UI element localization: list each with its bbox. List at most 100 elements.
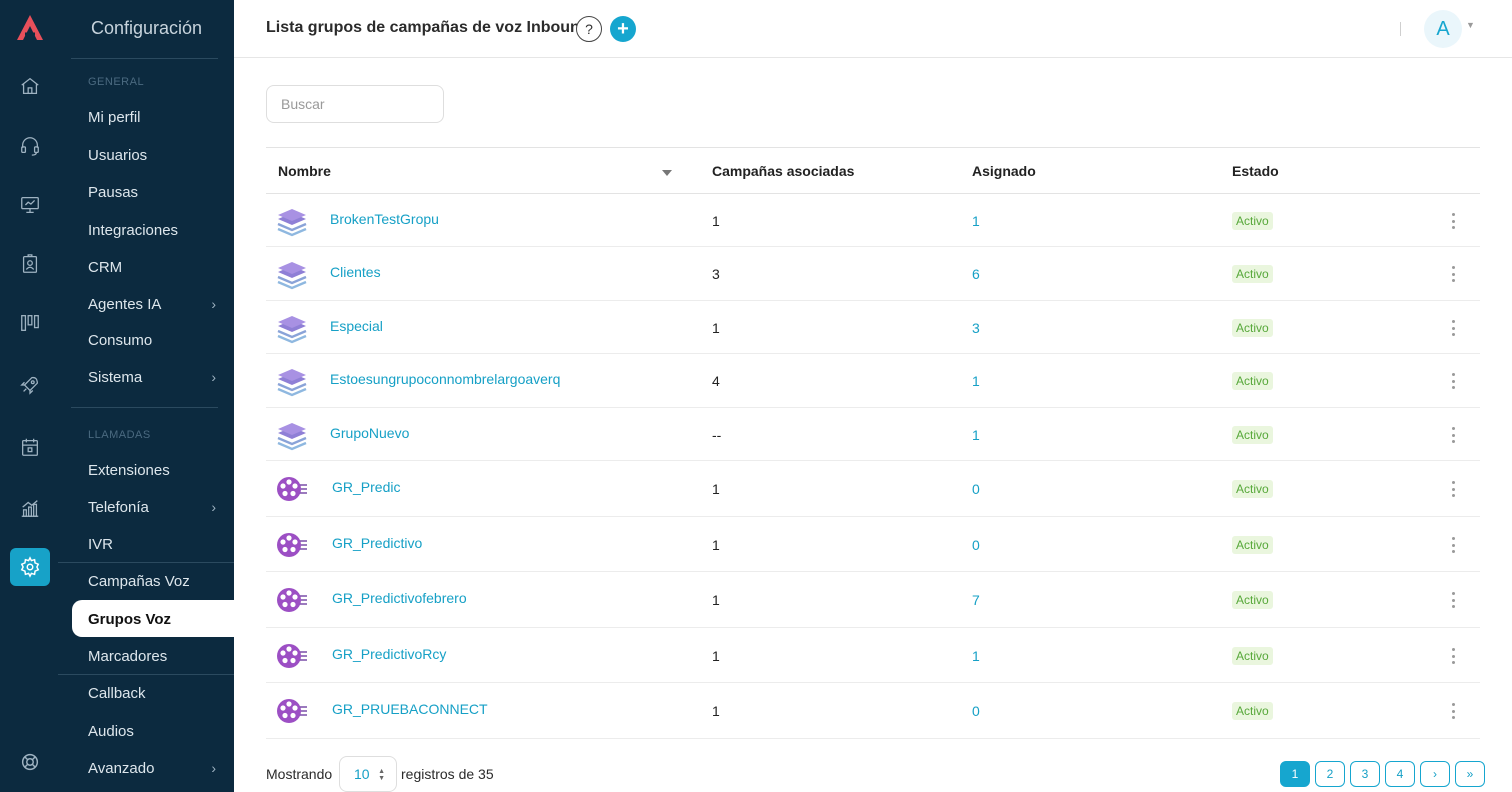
menu-section-llamadas: LLAMADAS	[88, 429, 151, 441]
table-row[interactable]: BrokenTestGropu 1 1 Activo	[266, 194, 1480, 247]
row-actions-icon[interactable]	[1449, 427, 1457, 443]
group-name-link[interactable]: BrokenTestGropu	[330, 211, 439, 227]
table-row[interactable]: Especial 1 3 Activo	[266, 301, 1480, 354]
menu-item-label: Mi perfil	[88, 108, 141, 126]
menu-item-audios[interactable]: Audios	[88, 720, 216, 742]
group-name-link[interactable]: GR_PredictivoRcy	[332, 646, 446, 662]
menu-item-agentes-ia[interactable]: Agentes IA ›	[88, 293, 216, 315]
group-name-link[interactable]: GR_PRUEBACONNECT	[332, 701, 488, 717]
chevron-right-icon: ›	[211, 369, 216, 385]
predictive-icon	[276, 473, 308, 505]
page-button-1[interactable]: 1	[1280, 761, 1310, 787]
headset-icon[interactable]	[14, 130, 46, 162]
page-button-2[interactable]: 2	[1315, 761, 1345, 787]
page-header: Lista grupos de campañas de voz Inbound …	[234, 0, 1512, 58]
group-name-link[interactable]: GrupoNuevo	[330, 425, 409, 441]
table-row[interactable]: GR_PredictivoRcy 1 1 Activo	[266, 628, 1480, 683]
assigned-count-link[interactable]: 3	[972, 320, 980, 336]
layers-icon	[276, 312, 308, 344]
menu-item-crm[interactable]: CRM	[88, 256, 216, 278]
menu-item-label: Usuarios	[88, 146, 148, 164]
menu-divider	[58, 674, 234, 675]
caret-down-icon[interactable]: ▼	[1466, 20, 1475, 30]
chevron-right-icon: ›	[211, 499, 216, 515]
row-actions-icon[interactable]	[1449, 703, 1457, 719]
group-name-link[interactable]: GR_Predictivofebrero	[332, 590, 467, 606]
menu-item-pausas[interactable]: Pausas	[88, 181, 216, 203]
monitor-icon[interactable]	[14, 189, 46, 221]
menu-item-label: Avanzado	[88, 759, 155, 777]
sort-desc-icon[interactable]	[662, 170, 672, 176]
row-actions-icon[interactable]	[1449, 266, 1457, 282]
select-arrows-icon: ▲ ▼	[378, 768, 385, 782]
app-logo-icon[interactable]	[14, 12, 46, 44]
assigned-count-link[interactable]: 1	[972, 648, 980, 664]
table-row[interactable]: Clientes 3 6 Activo	[266, 247, 1480, 301]
table-row[interactable]: GR_Predictivo 1 0 Activo	[266, 517, 1480, 572]
status-badge: Activo	[1232, 212, 1273, 230]
table-row[interactable]: GrupoNuevo -- 1 Activo	[266, 408, 1480, 461]
page-last-button[interactable]: »	[1455, 761, 1485, 787]
row-actions-icon[interactable]	[1449, 373, 1457, 389]
menu-item-label: Audios	[88, 722, 134, 740]
group-name-link[interactable]: Clientes	[330, 264, 381, 280]
menu-item-usuarios[interactable]: Usuarios	[88, 144, 216, 166]
menu-item-mi-perfil[interactable]: Mi perfil	[88, 106, 216, 128]
group-name-link[interactable]: GR_Predictivo	[332, 535, 422, 551]
assigned-count-link[interactable]: 1	[972, 427, 980, 443]
menu-item-sistema[interactable]: Sistema ›	[88, 366, 216, 388]
menu-item-callback[interactable]: Callback	[88, 682, 216, 704]
row-actions-icon[interactable]	[1449, 592, 1457, 608]
group-name-link[interactable]: GR_Predic	[332, 479, 400, 495]
menu-item-campanas-voz[interactable]: Campañas Voz	[88, 570, 216, 592]
menu-item-ivr[interactable]: IVR	[88, 533, 216, 555]
assigned-count-link[interactable]: 1	[972, 213, 980, 229]
page-button-3[interactable]: 3	[1350, 761, 1380, 787]
campaigns-count: 1	[712, 481, 720, 497]
avatar[interactable]: A	[1424, 10, 1462, 48]
row-actions-icon[interactable]	[1449, 537, 1457, 553]
help-buoy-icon[interactable]	[14, 746, 46, 778]
menu-item-consumo[interactable]: Consumo	[88, 329, 216, 351]
chart-icon[interactable]	[14, 492, 46, 524]
add-group-button[interactable]: +	[610, 16, 636, 42]
table-row[interactable]: GR_Predic 1 0 Activo	[266, 461, 1480, 517]
search-input[interactable]	[266, 85, 444, 123]
column-header-nombre[interactable]: Nombre	[278, 163, 331, 179]
page-button-4[interactable]: 4	[1385, 761, 1415, 787]
header-separator	[1400, 22, 1401, 36]
assigned-count-link[interactable]: 6	[972, 266, 980, 282]
table-row[interactable]: Estoesungrupoconnombrelargoaverq 4 1 Activo	[266, 354, 1480, 408]
row-actions-icon[interactable]	[1449, 320, 1457, 336]
settings-icon[interactable]	[10, 548, 50, 586]
row-actions-icon[interactable]	[1449, 213, 1457, 229]
menu-item-marcadores[interactable]: Marcadores	[88, 645, 216, 667]
group-name-link[interactable]: Especial	[330, 318, 383, 334]
group-name-link[interactable]: Estoesungrupoconnombrelargoaverq	[330, 371, 560, 387]
predictive-icon	[276, 640, 308, 672]
menu-item-avanzado[interactable]: Avanzado ›	[88, 757, 216, 779]
calendar-icon[interactable]	[14, 431, 46, 463]
page-size-select[interactable]: 10 ▲ ▼	[339, 756, 397, 792]
assigned-count-link[interactable]: 0	[972, 703, 980, 719]
layers-icon	[276, 419, 308, 451]
layers-icon	[276, 258, 308, 290]
assigned-count-link[interactable]: 1	[972, 373, 980, 389]
status-badge: Activo	[1232, 702, 1273, 720]
home-icon[interactable]	[14, 70, 46, 102]
assigned-count-link[interactable]: 7	[972, 592, 980, 608]
assigned-count-link[interactable]: 0	[972, 537, 980, 553]
page-next-button[interactable]: ›	[1420, 761, 1450, 787]
row-actions-icon[interactable]	[1449, 648, 1457, 664]
row-actions-icon[interactable]	[1449, 481, 1457, 497]
badge-icon[interactable]	[14, 248, 46, 280]
help-button[interactable]: ?	[576, 16, 602, 42]
rocket-icon[interactable]	[14, 369, 46, 401]
menu-item-extensiones[interactable]: Extensiones	[88, 459, 216, 481]
assigned-count-link[interactable]: 0	[972, 481, 980, 497]
menu-item-telefonia[interactable]: Telefonía ›	[88, 496, 216, 518]
table-row[interactable]: GR_Predictivofebrero 1 7 Activo	[266, 572, 1480, 628]
kanban-icon[interactable]	[14, 307, 46, 339]
table-row[interactable]: GR_PRUEBACONNECT 1 0 Activo	[266, 683, 1480, 739]
menu-item-integraciones[interactable]: Integraciones	[88, 219, 216, 241]
